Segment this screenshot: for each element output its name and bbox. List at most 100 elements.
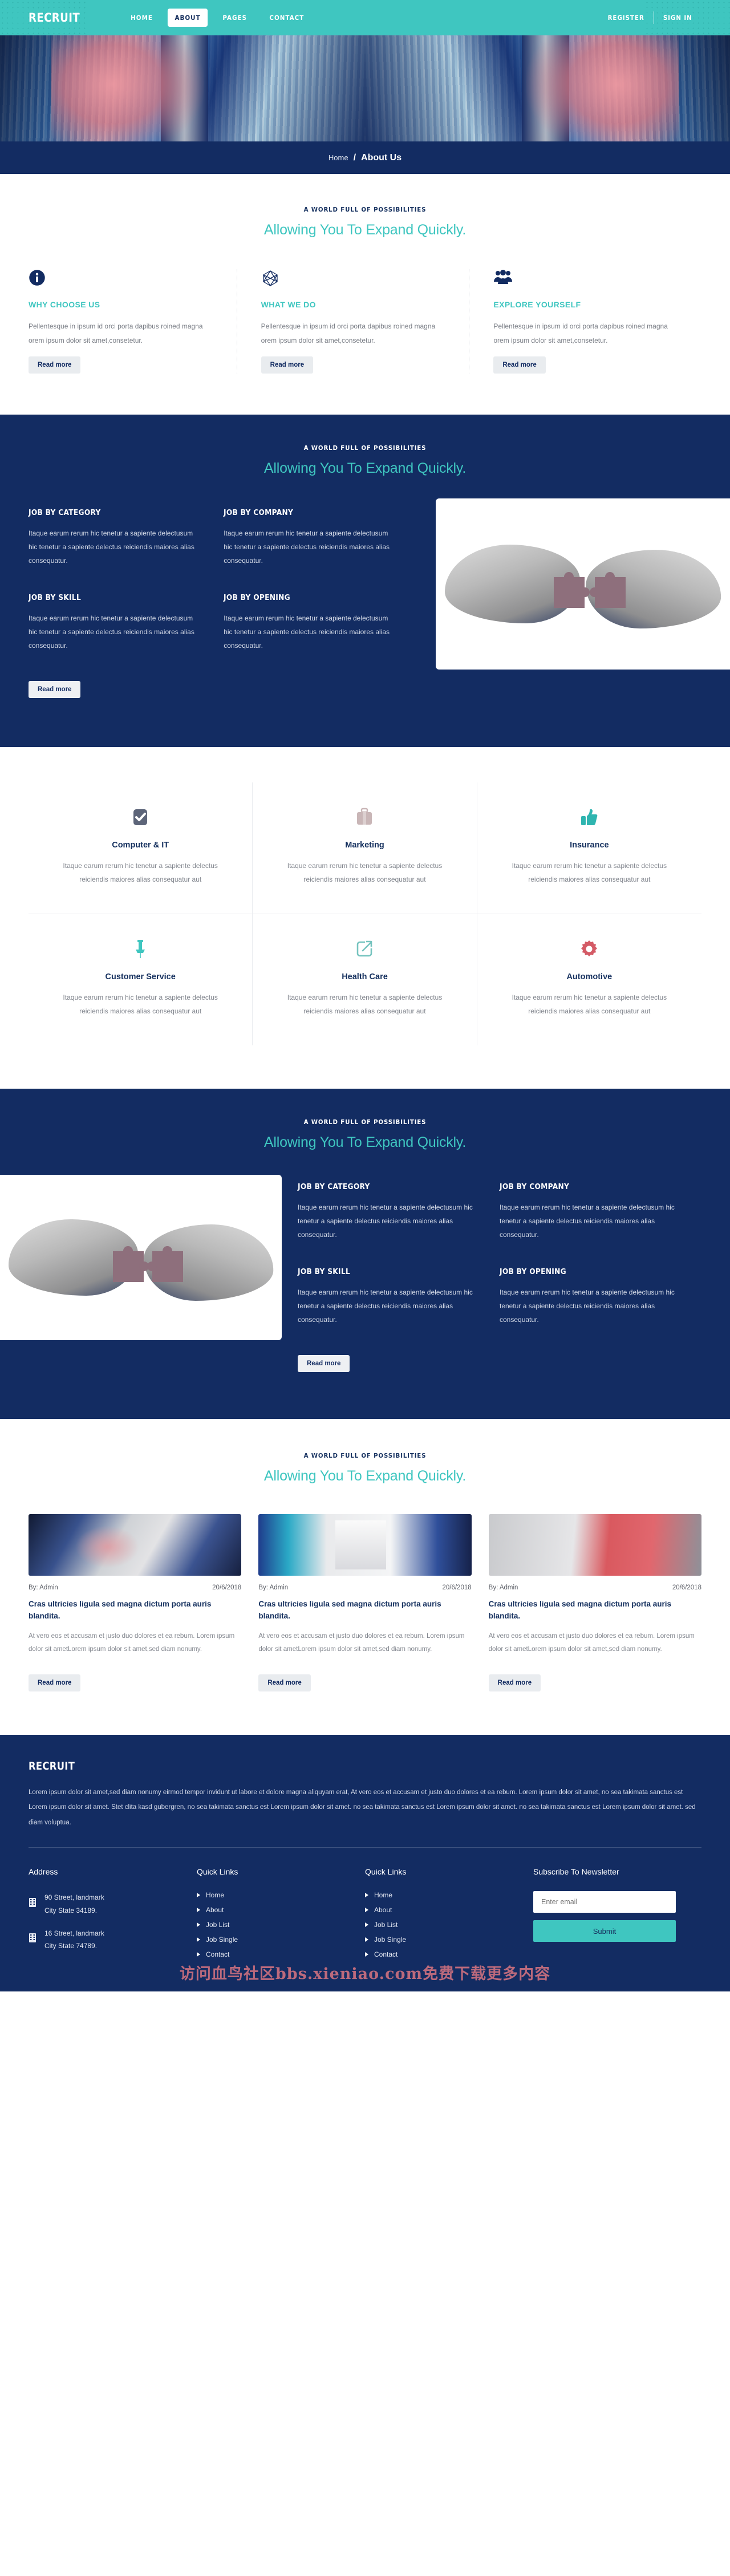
puzzle-hands-image xyxy=(436,498,730,670)
category-card-insurance[interactable]: Insurance Itaque earum rerum hic tenetur… xyxy=(477,782,701,915)
category-card-computer-it[interactable]: Computer & IT Itaque earum rerum hic ten… xyxy=(29,782,253,915)
categories-section: Computer & IT Itaque earum rerum hic ten… xyxy=(0,747,730,1089)
users-group-icon xyxy=(493,269,679,289)
link-label: About xyxy=(374,1906,392,1914)
briefcase-icon xyxy=(272,806,457,830)
job-card-title: JOB BY SKILL xyxy=(29,594,82,603)
caret-right-icon xyxy=(197,1952,200,1957)
blog-post-excerpt: At vero eos et accusam et justo duo dolo… xyxy=(488,1633,695,1653)
job-card-text: Itaque earum rerum hic tenetur a sapient… xyxy=(298,1288,473,1324)
read-more-button[interactable]: Read more xyxy=(29,356,81,374)
job-card-title: JOB BY CATEGORY xyxy=(29,509,101,518)
link-label: Home xyxy=(374,1891,393,1900)
nav-item-home[interactable]: HOME xyxy=(123,9,160,27)
brand-logo[interactable]: RECRUIT xyxy=(29,11,80,25)
job-card-title: JOB BY SKILL xyxy=(298,1268,351,1277)
feature-card-why-choose-us: WHY CHOOSE US Pellentesque in ipsum id o… xyxy=(29,269,237,374)
nav-item-about[interactable]: ABOUT xyxy=(167,9,208,27)
caret-right-icon xyxy=(365,1893,368,1898)
blog-post-date: 20/6/2018 xyxy=(672,1584,701,1592)
auth-navigation: REGISTER SIGN IN xyxy=(598,11,701,24)
link-label: Job List xyxy=(374,1921,398,1929)
link-label: About xyxy=(206,1906,224,1914)
footer-link-about[interactable]: About xyxy=(197,1906,351,1914)
newsletter-submit-button[interactable]: Submit xyxy=(533,1920,676,1942)
blog-post-author: By: Admin xyxy=(29,1584,58,1592)
nav-item-pages[interactable]: PAGES xyxy=(216,9,254,27)
read-more-button[interactable]: Read more xyxy=(261,356,314,374)
category-text: Itaque earum rerum hic tenetur a sapient… xyxy=(512,862,667,884)
footer-link-job-list[interactable]: Job List xyxy=(197,1921,351,1929)
category-title: Marketing xyxy=(345,841,384,850)
feature-card-what-we-do: WHAT WE DO Pellentesque in ipsum id orci… xyxy=(237,269,470,374)
puzzle-hands-image xyxy=(0,1175,282,1341)
caret-right-icon xyxy=(197,1908,200,1913)
address-entry: 16 Street, landmark City State 74789. xyxy=(29,1927,183,1952)
blog-post-excerpt: At vero eos et accusam et justo duo dolo… xyxy=(258,1633,465,1653)
read-more-button[interactable]: Read more xyxy=(29,1674,81,1692)
footer-link-about[interactable]: About xyxy=(365,1906,520,1914)
footer-link-contact[interactable]: Contact xyxy=(365,1950,520,1958)
building-icon xyxy=(29,1933,36,1946)
footer-link-job-single[interactable]: Job Single xyxy=(197,1936,351,1944)
job-card-category: JOB BY CATEGORY Itaque earum rerum hic t… xyxy=(298,1183,500,1242)
gear-icon xyxy=(497,938,682,962)
hero-image-left xyxy=(0,35,365,141)
footer-link-home[interactable]: Home xyxy=(197,1891,351,1899)
signin-link[interactable]: SIGN IN xyxy=(657,14,699,22)
caret-right-icon xyxy=(197,1937,200,1942)
jobs-section-secondary: A WORLD FULL OF POSSIBILITIES Allowing Y… xyxy=(0,1089,730,1419)
read-more-button[interactable]: Read more xyxy=(29,681,81,699)
blog-post-title[interactable]: Cras ultricies ligula sed magna dictum p… xyxy=(29,1599,241,1622)
breadcrumb-current: About Us xyxy=(361,152,402,163)
register-link[interactable]: REGISTER xyxy=(601,14,651,22)
footer-about-text: Lorem ipsum dolor sit amet,sed diam nonu… xyxy=(29,1789,696,1826)
footer-quick-links-column-1: Quick Links Home About Job List Job Sing… xyxy=(197,1867,365,1965)
read-more-button[interactable]: Read more xyxy=(493,356,546,374)
blog-post-title[interactable]: Cras ultricies ligula sed magna dictum p… xyxy=(489,1599,701,1622)
job-card-text: Itaque earum rerum hic tenetur a sapient… xyxy=(29,529,194,565)
job-card-text: Itaque earum rerum hic tenetur a sapient… xyxy=(500,1203,675,1239)
newsletter-email-input[interactable] xyxy=(533,1891,676,1913)
quick-links-heading: Quick Links xyxy=(197,1867,238,1877)
nav-item-contact[interactable]: CONTACT xyxy=(262,9,311,27)
blog-post-thumbnail[interactable] xyxy=(488,1514,701,1576)
breadcrumb-home[interactable]: Home xyxy=(328,153,348,162)
blog-post-author: By: Admin xyxy=(488,1584,518,1592)
footer-link-contact[interactable]: Contact xyxy=(197,1950,351,1958)
category-card-customer-service[interactable]: Customer Service Itaque earum rerum hic … xyxy=(29,914,253,1046)
read-more-button[interactable]: Read more xyxy=(258,1674,311,1692)
job-card-title: JOB BY OPENING xyxy=(224,594,291,603)
site-header: RECRUIT HOME ABOUT PAGES CONTACT REGISTE… xyxy=(0,0,730,35)
read-more-button[interactable]: Read more xyxy=(488,1674,541,1692)
info-circle-icon xyxy=(29,269,214,289)
jobs-b-eyebrow: A WORLD FULL OF POSSIBILITIES xyxy=(303,1118,427,1126)
hero-banner xyxy=(0,35,730,141)
job-card-text: Itaque earum rerum hic tenetur a sapient… xyxy=(29,614,194,650)
blog-post-title[interactable]: Cras ultricies ligula sed magna dictum p… xyxy=(258,1599,471,1622)
blog-post-thumbnail[interactable] xyxy=(29,1514,242,1576)
category-card-automotive[interactable]: Automotive Itaque earum rerum hic tenetu… xyxy=(477,914,701,1045)
category-card-health-care[interactable]: Health Care Itaque earum rerum hic tenet… xyxy=(253,914,477,1046)
job-card-skill: JOB BY SKILL Itaque earum rerum hic tene… xyxy=(29,594,224,652)
footer-link-job-list[interactable]: Job List xyxy=(365,1921,520,1929)
job-card-category: JOB BY CATEGORY Itaque earum rerum hic t… xyxy=(29,509,224,567)
feature-title: WHAT WE DO xyxy=(261,300,316,309)
category-title: Customer Service xyxy=(105,972,176,982)
blog-post-thumbnail[interactable] xyxy=(258,1514,472,1576)
read-more-button[interactable]: Read more xyxy=(298,1355,350,1373)
category-title: Insurance xyxy=(570,841,609,850)
category-title: Health Care xyxy=(342,972,388,982)
category-card-marketing[interactable]: Marketing Itaque earum rerum hic tenetur… xyxy=(253,782,477,915)
category-text: Itaque earum rerum hic tenetur a sapient… xyxy=(63,862,218,884)
hero-image-right xyxy=(365,35,730,141)
address-entry: 90 Street, landmark City State 34189. xyxy=(29,1891,183,1916)
address-line-2: City State 34189. xyxy=(44,1906,98,1914)
caret-right-icon xyxy=(365,1952,368,1957)
breadcrumb-separator: / xyxy=(353,152,356,163)
footer-link-home[interactable]: Home xyxy=(365,1891,520,1899)
link-label: Job Single xyxy=(206,1936,238,1944)
address-line-1: 90 Street, landmark xyxy=(44,1893,104,1902)
footer-link-job-single[interactable]: Job Single xyxy=(365,1936,520,1944)
footer-address-column: Address 90 Street, landmark City State 3… xyxy=(29,1867,197,1965)
